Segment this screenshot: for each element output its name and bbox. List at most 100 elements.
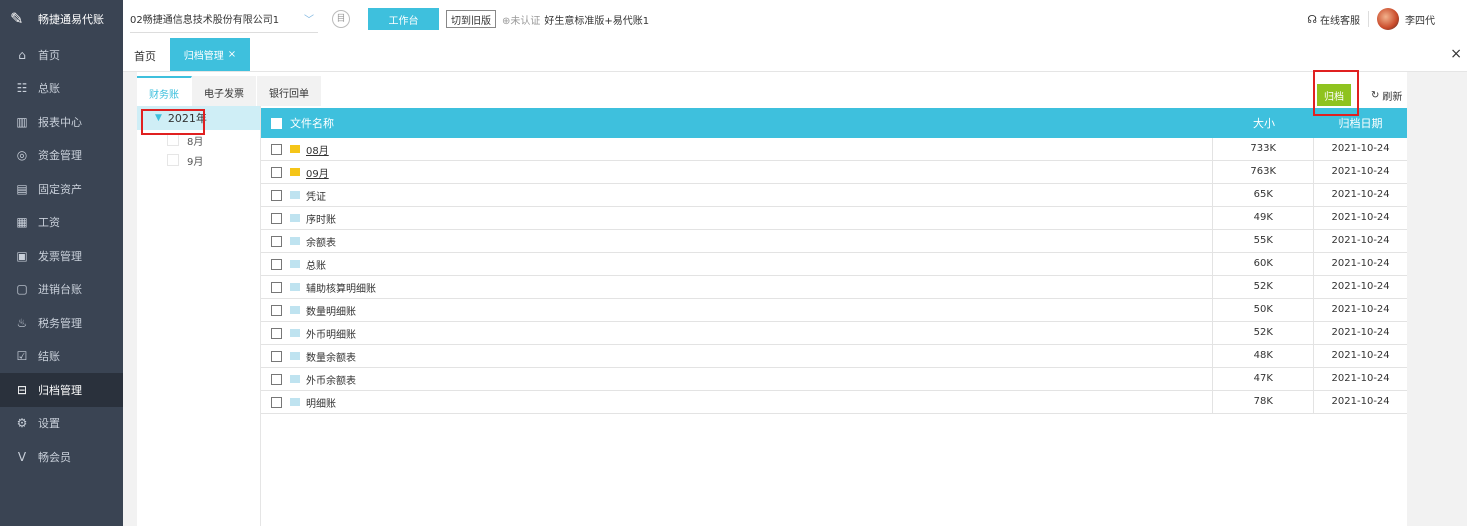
row-checkbox[interactable] xyxy=(271,212,282,224)
top-bar: 02畅捷通信息技术股份有限公司1 ﹀ 目 工作台 切到旧版 ⊕未认证 好生意标准… xyxy=(123,0,1467,38)
table-row[interactable]: 数量余额表 48K 2021-10-24 xyxy=(261,345,1407,368)
file-icon xyxy=(290,306,300,314)
workbench-button[interactable]: 工作台 xyxy=(368,8,439,30)
row-checkbox[interactable] xyxy=(271,235,282,247)
sidebar-item[interactable]: ▢ 进销台账 xyxy=(0,273,123,307)
sidebar-item[interactable]: ▤ 固定资产 xyxy=(0,172,123,206)
size-cell: 733K xyxy=(1213,138,1315,160)
online-support-link[interactable]: ☊ 在线客服 xyxy=(1307,12,1360,27)
name-cell: 凭证 xyxy=(261,184,1214,206)
size-cell: 65K xyxy=(1213,184,1315,206)
sidebar-item[interactable]: ♨ 税务管理 xyxy=(0,306,123,340)
tab-archive[interactable]: 归档管理 × xyxy=(170,38,250,71)
unverified-badge[interactable]: ⊕未认证 xyxy=(502,12,540,27)
sidebar-item-label: 进销台账 xyxy=(38,283,82,297)
tab-home[interactable]: 首页 xyxy=(134,48,156,64)
sidebar-item-label: 畅会员 xyxy=(38,450,71,464)
date-cell: 2021-10-24 xyxy=(1331,235,1390,246)
account-book-icon[interactable]: 目 xyxy=(332,10,350,28)
subtab-bank-receipt[interactable]: 银行回单 xyxy=(257,76,322,106)
row-checkbox[interactable] xyxy=(271,396,282,408)
file-name[interactable]: 08月 xyxy=(306,142,329,157)
switch-old-version-button[interactable]: 切到旧版 xyxy=(446,10,496,28)
sidebar-item-label: 设置 xyxy=(38,417,60,431)
file-icon xyxy=(290,260,300,268)
date-cell: 2021-10-24 xyxy=(1331,373,1390,384)
user-name[interactable]: 李四代 xyxy=(1405,12,1435,27)
sidebar-item[interactable]: ☷ 总账 xyxy=(0,72,123,106)
row-checkbox[interactable] xyxy=(271,304,282,316)
size-cell: 52K xyxy=(1213,322,1315,344)
sidebar-item-label: 发票管理 xyxy=(38,249,82,263)
file-icon xyxy=(290,352,300,360)
table-row[interactable]: 外币余额表 47K 2021-10-24 xyxy=(261,368,1407,391)
row-checkbox[interactable] xyxy=(271,373,282,385)
row-checkbox[interactable] xyxy=(271,166,282,178)
date-cell: 2021-10-24 xyxy=(1331,304,1390,315)
row-checkbox[interactable] xyxy=(271,258,282,270)
avatar[interactable] xyxy=(1377,8,1399,30)
table-header: 文件名称 大小 归档日期 xyxy=(261,108,1407,138)
sidebar-item[interactable]: ⌂ 首页 xyxy=(0,38,123,72)
row-checkbox[interactable] xyxy=(271,143,282,155)
header-name: 文件名称 xyxy=(290,117,334,130)
sidebar-item[interactable]: ⚙ 设置 xyxy=(0,407,123,441)
tab-archive-label: 归档管理 xyxy=(183,51,224,62)
close-tab-icon[interactable]: × xyxy=(228,49,236,60)
file-name: 外币余额表 xyxy=(306,375,356,387)
name-cell: 辅助核算明细账 xyxy=(261,276,1214,298)
close-all-tabs-icon[interactable]: × xyxy=(1450,46,1462,62)
file-icon xyxy=(167,154,179,166)
table-row[interactable]: 08月 733K 2021-10-24 xyxy=(261,138,1407,161)
table-row[interactable]: 辅助核算明细账 52K 2021-10-24 xyxy=(261,276,1407,299)
edition-label: 好生意标准版+易代账1 xyxy=(544,15,650,27)
name-cell: 外币余额表 xyxy=(261,368,1214,390)
table-row[interactable]: 数量明细账 50K 2021-10-24 xyxy=(261,299,1407,322)
subtab-e-invoice[interactable]: 电子发票 xyxy=(192,76,257,106)
table-row[interactable]: 明细账 78K 2021-10-24 xyxy=(261,391,1407,414)
size-cell: 60K xyxy=(1213,253,1315,275)
sidebar-item[interactable]: ⊟ 归档管理 xyxy=(0,373,123,407)
table-row[interactable]: 总账 60K 2021-10-24 xyxy=(261,253,1407,276)
sidebar-item[interactable]: ▦ 工资 xyxy=(0,206,123,240)
name-cell: 总账 xyxy=(261,253,1214,275)
sidebar-item[interactable]: ◎ 资金管理 xyxy=(0,139,123,173)
header-size: 大小 xyxy=(1253,117,1275,130)
table-row[interactable]: 凭证 65K 2021-10-24 xyxy=(261,184,1407,207)
table-row[interactable]: 余额表 55K 2021-10-24 xyxy=(261,230,1407,253)
table-row[interactable]: 序时账 49K 2021-10-24 xyxy=(261,207,1407,230)
file-name[interactable]: 09月 xyxy=(306,165,329,180)
row-checkbox[interactable] xyxy=(271,350,282,362)
money-icon: ◎ xyxy=(16,148,28,163)
divider xyxy=(1368,11,1369,27)
select-all-checkbox[interactable] xyxy=(271,117,282,129)
row-checkbox[interactable] xyxy=(271,327,282,339)
sidebar-item[interactable]: ☑ 结账 xyxy=(0,340,123,374)
date-cell: 2021-10-24 xyxy=(1331,350,1390,361)
sidebar-item[interactable]: ▣ 发票管理 xyxy=(0,239,123,273)
name-cell: 09月 xyxy=(261,161,1214,183)
invoice-icon: ▣ xyxy=(16,248,28,263)
row-checkbox[interactable] xyxy=(271,281,282,293)
table-row[interactable]: 09月 763K 2021-10-24 xyxy=(261,161,1407,184)
main-content: 财务账 电子发票 银行回单 ▼ 2021年 8月 9月 归档 ↻ 刷新 文件名称… xyxy=(137,72,1407,526)
date-cell: 2021-10-24 xyxy=(1331,212,1390,223)
name-cell: 数量余额表 xyxy=(261,345,1214,367)
salary-icon: ▦ xyxy=(16,215,28,230)
sidebar-item[interactable]: V 畅会员 xyxy=(0,440,123,474)
date-cell: 2021-10-24 xyxy=(1331,281,1390,292)
unverified-label: 未认证 xyxy=(510,15,541,27)
company-select[interactable]: 02畅捷通信息技术股份有限公司1 ﹀ xyxy=(130,6,318,33)
file-icon xyxy=(290,191,300,199)
app-logo[interactable]: ✎ 畅捷通易代账 xyxy=(0,0,123,38)
table-row[interactable]: 外币明细账 52K 2021-10-24 xyxy=(261,322,1407,345)
sidebar-item-label: 税务管理 xyxy=(38,316,82,330)
refresh-button[interactable]: ↻ 刷新 xyxy=(1371,88,1402,103)
file-icon xyxy=(290,214,300,222)
sidebar-item[interactable]: ▥ 报表中心 xyxy=(0,105,123,139)
row-checkbox[interactable] xyxy=(271,189,282,201)
file-name: 外币明细账 xyxy=(306,329,356,341)
subtab-ledger[interactable]: 财务账 xyxy=(137,76,192,106)
tree-node-month[interactable]: 9月 xyxy=(137,150,260,170)
sidebar-item-label: 首页 xyxy=(38,48,60,62)
